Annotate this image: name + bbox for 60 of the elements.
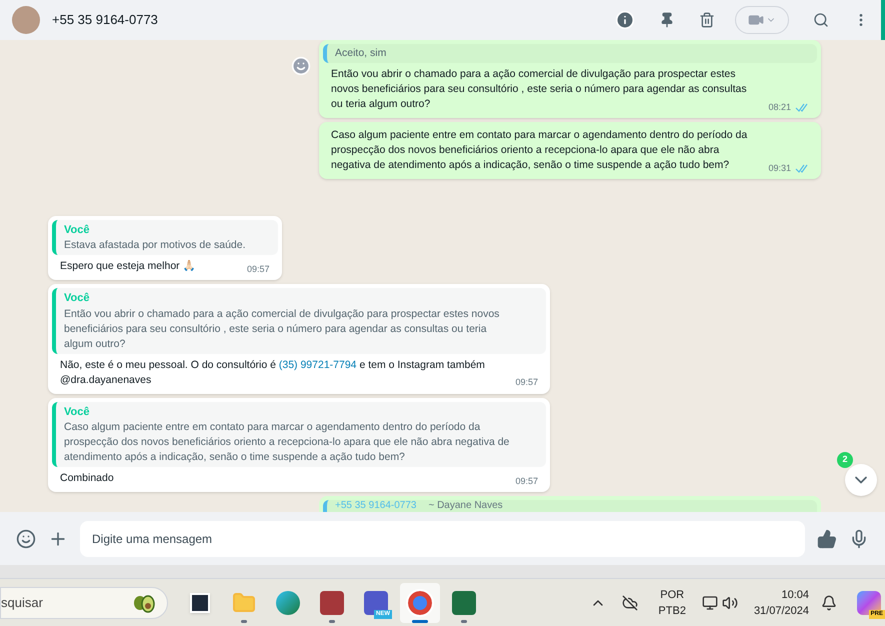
message-text: Espero que esteja melhor 🙏🏻 [60, 259, 197, 274]
quote-text: Estava afastada por motivos de saúde. [64, 238, 247, 253]
search-text: squisar [1, 594, 43, 612]
browser-icon [276, 590, 300, 614]
unread-badge: 2 [837, 452, 853, 468]
running-indicator [241, 620, 247, 622]
info-icon[interactable] [615, 10, 635, 30]
message-time: 09:57 [515, 376, 538, 389]
message-time: 08:21 [768, 100, 791, 114]
quote-text: Caso algum paciente entre em contato para marcar o agendamento dentro do período da prospecção dos novos beneficiários oriento a recepciona-lo apara que ele não abra negativa de atendimento após a indicação, senão o time suspende a ação tudo bem? [64, 420, 510, 465]
quoted-message[interactable]: +55 35 9164-0773 ~ Dayane Naves [323, 500, 817, 512]
quoted-message[interactable]: Aceito, sim [323, 44, 817, 63]
quote-name: ~ Dayane Naves [428, 500, 503, 512]
volume-icon[interactable] [722, 594, 738, 610]
network-icon[interactable] [702, 594, 718, 610]
quoted-message[interactable]: Você Então vou abrir o chamado para a ação comercial de divulgação para prospectar estes novos beneficiários para seu consultório , este seria o número para agendar as consultas ou teria algum outro? [52, 288, 546, 354]
clock-date[interactable]: 31/07/2024 [754, 602, 809, 618]
trash-icon[interactable] [699, 12, 715, 28]
message-time: 09:31 [768, 162, 791, 174]
avocado-icon [133, 592, 155, 612]
double-check-icon [795, 102, 809, 112]
language-label[interactable]: POR [660, 586, 684, 602]
message-time: 09:57 [247, 262, 270, 276]
taskbar-search-field[interactable]: squisar [0, 586, 168, 618]
folder-icon [232, 590, 256, 614]
database-app-icon [320, 590, 344, 614]
quote-author: Você [64, 222, 90, 238]
thumbs-up-icon[interactable] [817, 528, 837, 548]
message-text: Então vou abrir o chamado para a ação comercial de divulgação para prospectar estes novos beneficiários para seu consultório , este seria o número para agendar as consultas ou teria algum outro? [331, 67, 748, 112]
quote-text: Então vou abrir o chamado para a ação comercial de divulgação para prospectar estes novos beneficiários para seu consultório , este seria o número para agendar as consultas ou teria algum outro? [64, 306, 500, 352]
bell-icon[interactable] [821, 594, 837, 610]
message-time: 09:57 [515, 474, 538, 488]
cloud-off-icon[interactable] [622, 594, 638, 610]
running-indicator [461, 620, 467, 622]
browser-icon [408, 590, 432, 614]
keyboard-layout-label[interactable]: PTB2 [658, 602, 686, 618]
clock-time[interactable]: 10:04 [781, 586, 809, 602]
message-text: Combinado [60, 471, 115, 486]
emoji-icon[interactable] [16, 528, 36, 548]
spreadsheet-app-icon [452, 590, 476, 614]
search-icon[interactable] [813, 12, 829, 28]
quoted-message[interactable]: Você Estava afastada por motivos de saúde. [52, 220, 278, 255]
quote-author: +55 35 9164-0773 [335, 500, 416, 512]
quoted-message[interactable] [52, 402, 546, 467]
running-indicator [412, 620, 428, 622]
scroll-down-button[interactable] [845, 464, 877, 496]
message-text: Não, este é o meu pessoal. O do consultório é (35) 99721-7794 e tem o Instagram também @dra.dayanenaves [60, 358, 486, 388]
quote-text: Aceito, sim [335, 46, 388, 61]
running-indicator [329, 620, 335, 622]
pin-icon[interactable] [659, 12, 675, 28]
quote-author: Você [64, 291, 90, 306]
contact-name[interactable]: +55 35 9164-0773 [52, 10, 603, 30]
message-input[interactable]: Digite uma mensagem [80, 520, 805, 556]
team-chat-app-icon [364, 590, 388, 614]
task-view-icon [190, 592, 210, 612]
message-text: Caso algum paciente entre em contato para marcar o agendamento dentro do período da prospecção dos novos beneficiários oriento a recepciona-lo apara que ele não abra negativa de atendimento após a indicação, senão o time suspende a ação tudo bem? [331, 128, 748, 173]
phone-link[interactable]: (35) 99721-7794 [278, 358, 357, 370]
double-check-icon [795, 164, 809, 173]
emoji-reaction-icon[interactable] [291, 56, 311, 76]
quote-author: Você [64, 404, 90, 420]
